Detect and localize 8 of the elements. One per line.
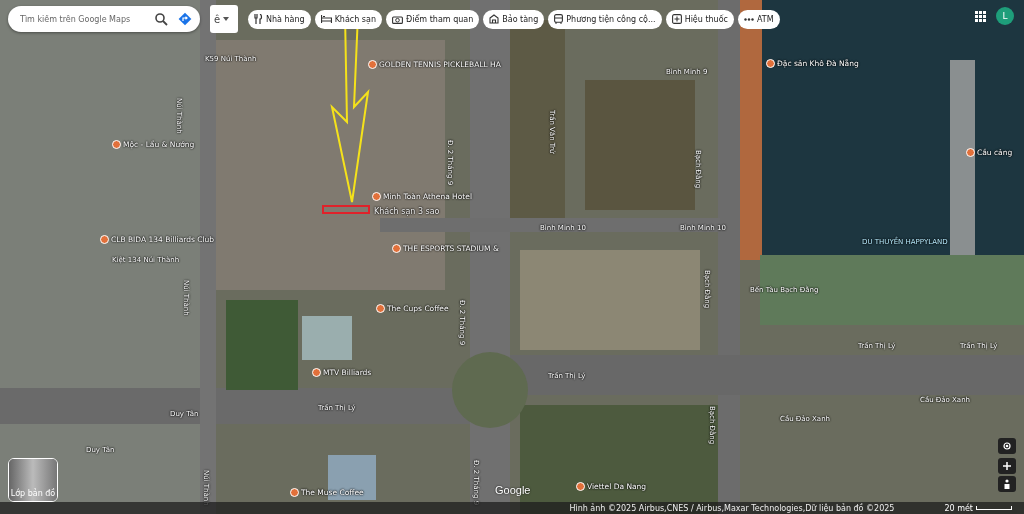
scale-bar: 20 mét xyxy=(944,503,1012,513)
search-field[interactable]: Tìm kiếm trên Google Maps xyxy=(18,13,145,25)
map-label[interactable]: Khách sạn 3 sao xyxy=(374,207,440,216)
search-bar[interactable]: Tìm kiếm trên Google Maps xyxy=(8,6,200,32)
map-logo: Google xyxy=(495,484,531,496)
attribution-text: Hình ảnh ©2025 Airbus,CNES / Airbus,Maxar Technologies,Dữ liệu bản đồ ©2025 xyxy=(569,503,895,513)
layers-button[interactable]: Lớp bản đồ xyxy=(8,458,58,502)
input-tool-button[interactable]: ê xyxy=(210,5,238,33)
